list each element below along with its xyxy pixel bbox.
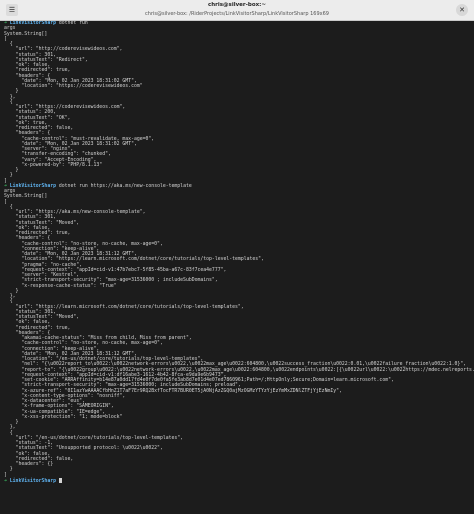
prompt-arrow-icon: ➜	[4, 21, 7, 26]
terminal-output[interactable]: ➜ LinkVisitorSharp dotnet run args System.…	[0, 21, 474, 514]
prompt-directory: LinkVisitorSharp	[9, 21, 56, 26]
window-subtitle: chris@silver-box: /RiderProjects/LinkVis…	[145, 11, 329, 17]
window-title: chris@silver-box:~	[208, 2, 266, 8]
prompt-arrow-icon: ➜	[4, 478, 7, 484]
output-line: "nel": "{\u0022report_to\u0022:\u0022net…	[4, 362, 467, 368]
title-bar[interactable]: ☰ chris@silver-box:~ chris@silver-box: /…	[0, 0, 474, 21]
command-text: dotnet run https://aka.ms/new-console-te…	[58, 183, 192, 189]
output-line: "report-to": "{\u0022group\u0022:\u0022n…	[21, 367, 474, 373]
prompt-arrow-icon: ➜	[4, 183, 7, 189]
terminal-window: ☰ chris@silver-box:~ chris@silver-box: /…	[0, 0, 474, 514]
prompt-directory: LinkVisitorSharp	[9, 478, 56, 484]
close-icon[interactable]: ✕	[456, 4, 468, 16]
prompt-directory: LinkVisitorSharp	[9, 183, 56, 189]
text-cursor	[58, 477, 62, 483]
command-text: dotnet run	[58, 21, 88, 26]
prompt-line: ➜ LinkVisitorSharp	[4, 477, 468, 484]
